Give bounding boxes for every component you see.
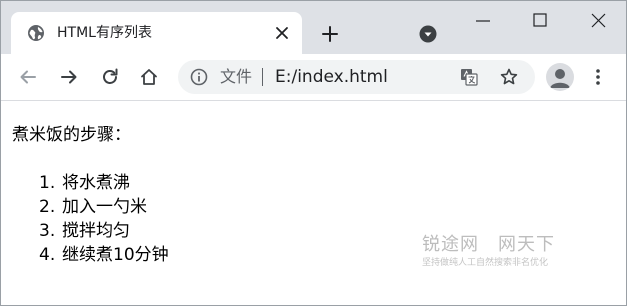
list-item-text: 加入一勺米 xyxy=(62,197,147,217)
browser-window: HTML有序列表 文件 E:/index.html 煮米饭的步骤： 1. 将水煮… xyxy=(0,0,627,306)
list-item-number: 4. xyxy=(39,245,56,265)
intro-text: 煮米饭的步骤： xyxy=(12,125,131,145)
info-icon[interactable] xyxy=(190,68,208,86)
tab-strip: HTML有序列表 xyxy=(1,1,626,54)
list-item-number: 3. xyxy=(39,221,56,241)
avatar[interactable] xyxy=(546,63,574,91)
kebab-menu-icon[interactable] xyxy=(595,68,601,86)
list-item-text: 继续煮10分钟 xyxy=(62,245,169,265)
list-item-text: 搅拌均匀 xyxy=(62,221,130,241)
back-arrow-icon[interactable] xyxy=(19,68,37,86)
tab-title: HTML有序列表 xyxy=(57,25,152,41)
url-text[interactable]: E:/index.html xyxy=(275,67,388,87)
active-tab[interactable]: HTML有序列表 xyxy=(11,12,302,54)
address-bar[interactable]: 文件 E:/index.html xyxy=(178,60,535,94)
forward-arrow-icon[interactable] xyxy=(60,68,78,86)
avatar-icon xyxy=(550,69,570,88)
new-tab-icon[interactable] xyxy=(321,25,339,43)
page-content: 煮米饭的步骤： 1. 将水煮沸 2. 加入一勺米 3. 搅拌均匀 4. 继续煮1… xyxy=(1,101,626,305)
window-close-icon[interactable] xyxy=(591,13,606,28)
list-item-number: 1. xyxy=(39,173,56,193)
star-icon[interactable] xyxy=(500,68,518,86)
translate-icon[interactable] xyxy=(460,68,478,86)
toolbar: 文件 E:/index.html xyxy=(1,54,626,101)
reload-icon[interactable] xyxy=(101,68,119,86)
close-tab-icon[interactable] xyxy=(275,26,289,40)
watermark: 锐途网 网天下 坚持做纯人工自然搜索非名优化 xyxy=(422,233,582,269)
watermark-subtitle: 坚持做纯人工自然搜索非名优化 xyxy=(422,258,549,268)
home-icon[interactable] xyxy=(140,68,158,86)
watermark-title: 锐途网 网天下 xyxy=(422,234,555,255)
minimize-icon[interactable] xyxy=(475,13,491,29)
tab-search-icon[interactable] xyxy=(419,25,437,43)
maximize-icon[interactable] xyxy=(533,13,547,27)
file-scheme-label: 文件 xyxy=(220,67,253,86)
list-item-number: 2. xyxy=(39,197,56,217)
list-item-text: 将水煮沸 xyxy=(62,173,130,193)
globe-icon xyxy=(28,25,44,41)
address-separator xyxy=(262,68,263,86)
